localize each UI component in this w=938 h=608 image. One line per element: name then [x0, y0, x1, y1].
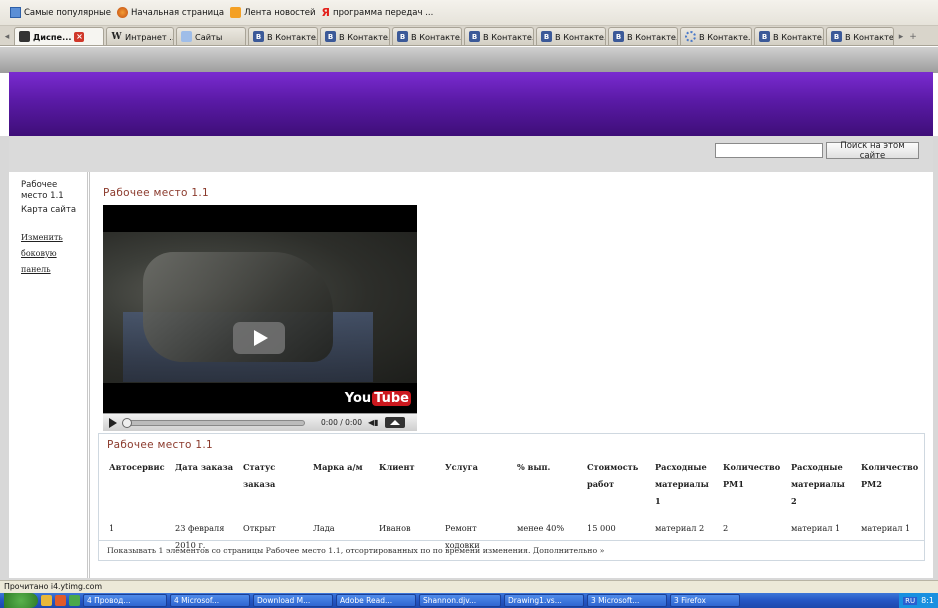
tab-vk[interactable]: В В Контакте...: [248, 27, 318, 45]
taskbar-item[interactable]: 3 Microsoft...: [587, 594, 667, 607]
taskbar-item[interactable]: 4 Microsof...: [170, 594, 250, 607]
tab-scroll-right-icon[interactable]: ▸: [896, 29, 906, 45]
column-header[interactable]: Автосервис: [105, 456, 171, 518]
seek-handle[interactable]: [122, 417, 132, 428]
quick-launch-icon[interactable]: [69, 595, 80, 606]
column-header[interactable]: Количество РМ1: [719, 456, 787, 518]
vk-icon: В: [541, 31, 552, 42]
vk-icon: В: [613, 31, 624, 42]
tab-vk[interactable]: В В Контакте...: [536, 27, 606, 45]
vk-icon: В: [759, 31, 770, 42]
quick-launch-icon[interactable]: [55, 595, 66, 606]
bookmark-news-feed[interactable]: Лента новостей: [230, 7, 316, 18]
youtube-logo[interactable]: You Tube: [345, 391, 411, 406]
fullscreen-icon[interactable]: [384, 417, 405, 428]
column-header[interactable]: Стоимость работ: [583, 456, 651, 518]
vk-icon: В: [469, 31, 480, 42]
vk-icon: В: [397, 31, 408, 42]
bookmarks-toolbar: Самые популярные Начальная страница Лент…: [0, 0, 938, 26]
bookmark-home[interactable]: Начальная страница: [116, 7, 224, 18]
column-header[interactable]: Клиент: [375, 456, 441, 518]
tab-vk-loading[interactable]: В Контакте...: [680, 27, 752, 45]
firefox-icon: [116, 7, 128, 18]
column-header[interactable]: Расходные материалы 1: [651, 456, 719, 518]
taskbar-item[interactable]: Drawing1.vs...: [504, 594, 584, 607]
column-header[interactable]: Услуга: [441, 456, 513, 518]
page-title: Рабочее место 1.1: [103, 187, 209, 199]
taskbar-item[interactable]: Download M...: [253, 594, 333, 607]
vk-icon: В: [325, 31, 336, 42]
yandex-icon: Я: [321, 6, 331, 19]
tab-scroll-left-icon[interactable]: ◂: [2, 29, 12, 45]
play-icon[interactable]: [109, 417, 117, 428]
edit-sidebar-link[interactable]: Изменить боковую панель: [21, 230, 87, 278]
tab-vk[interactable]: В В Контакте...: [320, 27, 390, 45]
tab-vk[interactable]: В В Контакте...: [754, 27, 824, 45]
column-header[interactable]: Статус заказа: [239, 456, 309, 518]
volume-icon[interactable]: ◀▮: [368, 418, 379, 427]
tab-vk[interactable]: В В Контакте...: [392, 27, 462, 45]
search-input[interactable]: [715, 143, 823, 158]
start-button[interactable]: [4, 593, 38, 608]
quick-launch-sidebar: Рабочее место 1.1 Карта сайта Изменить б…: [9, 172, 90, 578]
sidebar-item-sitemap[interactable]: Карта сайта: [21, 205, 87, 216]
windows-taskbar: 4 Провод... 4 Microsof... Download M... …: [0, 593, 938, 608]
browser-status-bar: Прочитано i4.ytimg.com: [0, 580, 938, 593]
clock[interactable]: 8:1: [921, 596, 934, 605]
video-controls: 0:00 / 0:00 ◀▮: [103, 413, 417, 431]
site-banner: [9, 72, 933, 136]
taskbar-item[interactable]: Adobe Read...: [336, 594, 416, 607]
system-tray: RU 8:1: [899, 593, 938, 608]
tab-vk[interactable]: В В Контакте...: [608, 27, 678, 45]
language-indicator[interactable]: RU: [903, 596, 918, 605]
tab-sites[interactable]: Сайты: [176, 27, 246, 45]
wikipedia-icon: W: [111, 31, 122, 42]
vk-icon: В: [253, 31, 264, 42]
video-time: 0:00 / 0:00: [321, 418, 362, 427]
sharepoint-icon: [19, 31, 30, 42]
new-tab-icon[interactable]: +: [908, 29, 918, 45]
bookmark-tv-program[interactable]: Я программа передач ...: [322, 6, 434, 19]
table-header-row: Автосервис Дата заказа Статус заказа Мар…: [105, 456, 922, 518]
tab-vk[interactable]: В В Контакте...: [826, 27, 894, 45]
play-icon: [254, 330, 268, 346]
list-footer-summary[interactable]: Показывать 1 элементов со страницы Рабоч…: [99, 540, 924, 561]
sidebar-item-workplace[interactable]: Рабочее место 1.1: [21, 180, 81, 202]
taskbar-item[interactable]: Shannon.djv...: [419, 594, 501, 607]
close-tab-icon[interactable]: ×: [74, 31, 85, 42]
quick-launch-icon[interactable]: [41, 595, 52, 606]
sites-icon: [181, 31, 192, 42]
list-title[interactable]: Рабочее место 1.1: [107, 439, 213, 451]
tab-vk[interactable]: В В Контакте...: [464, 27, 534, 45]
column-header[interactable]: Дата заказа: [171, 456, 239, 518]
vk-icon: В: [831, 31, 842, 42]
taskbar-item[interactable]: 4 Провод...: [83, 594, 167, 607]
tab-bar: ◂ Диспе... × W Интранет ... Сайты В В Ко…: [0, 26, 938, 46]
rss-icon: [230, 7, 242, 18]
column-header[interactable]: Расходные материалы 2: [787, 456, 857, 518]
video-frame[interactable]: [103, 232, 417, 383]
video-play-button[interactable]: [233, 322, 285, 354]
bookmark-most-visited[interactable]: Самые популярные: [10, 7, 111, 18]
bookmark-page-icon: [10, 7, 21, 18]
youtube-player[interactable]: You Tube 0:00 / 0:00 ◀▮: [103, 205, 417, 431]
search-button[interactable]: Поиск на этом сайте: [826, 141, 919, 161]
tab-intranet[interactable]: W Интранет ...: [106, 27, 174, 45]
column-header[interactable]: Марка а/м: [309, 456, 375, 518]
tab-active[interactable]: Диспе... ×: [14, 27, 104, 45]
column-header[interactable]: Количество РМ2: [857, 456, 922, 518]
taskbar-item[interactable]: 3 Firefox: [670, 594, 740, 607]
page-top-strip: [0, 47, 938, 73]
loading-icon: [685, 31, 696, 42]
column-header[interactable]: % вып.: [513, 456, 583, 518]
list-web-part: Рабочее место 1.1 Автосервис Дата заказа…: [98, 433, 925, 561]
video-seek-bar[interactable]: [122, 417, 305, 428]
